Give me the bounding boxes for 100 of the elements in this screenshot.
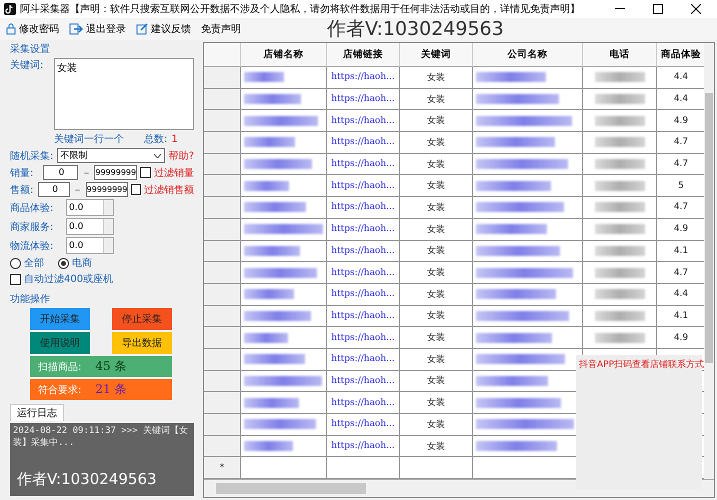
table-cell[interactable]: https://haoh...	[327, 154, 400, 176]
table-cell: 4.7	[657, 132, 706, 154]
help-link[interactable]: 帮助?	[168, 148, 194, 162]
row-header[interactable]	[204, 154, 241, 176]
column-header[interactable]: 店铺链接	[327, 43, 400, 67]
score-spinner[interactable]: 0.0	[66, 237, 114, 254]
table-cell: 4.7	[657, 262, 706, 284]
dropdown-caret-icon	[154, 154, 161, 158]
row-header[interactable]	[204, 392, 241, 414]
table-cell[interactable]: https://haoh...	[327, 175, 400, 198]
table-cell: 女装	[400, 327, 473, 349]
table-cell: 女装	[400, 348, 473, 371]
min-field[interactable]: 0	[42, 165, 78, 180]
toolbar-button[interactable]: 免责声明	[201, 22, 241, 36]
table-cell[interactable]: https://haoh...	[327, 414, 400, 436]
row-header[interactable]	[204, 218, 241, 240]
table-cell: 女装	[400, 262, 473, 284]
filter-checkbox[interactable]	[140, 167, 151, 178]
field-label: 销量:	[10, 166, 34, 180]
column-header[interactable]: 公司名称	[473, 43, 583, 67]
close-icon[interactable]	[691, 4, 701, 14]
row-header[interactable]	[204, 436, 241, 458]
table-cell[interactable]: https://haoh...	[327, 370, 400, 392]
table-cell: 女装	[400, 436, 473, 458]
row-header[interactable]	[204, 197, 241, 219]
edit-icon	[136, 23, 148, 35]
row-header[interactable]	[204, 284, 241, 306]
log-panel: 2024-08-22 09:11:37 >>> 关键词【女装】采集中... 作者V:1030249563	[10, 423, 194, 496]
row-header[interactable]	[204, 414, 241, 436]
table-cell: 女装	[400, 284, 473, 306]
radio-button[interactable]	[58, 258, 69, 268]
column-header[interactable]: 关键词	[400, 43, 473, 67]
radio-label: 电商	[72, 256, 92, 270]
table-cell: 女装	[400, 414, 473, 436]
row-header	[204, 43, 241, 67]
toolbar-button[interactable]: 建议反馈	[136, 22, 191, 36]
table-cell[interactable]: https://haoh...	[327, 392, 400, 414]
table-cell[interactable]: https://haoh...	[327, 306, 400, 328]
max-field[interactable]: 99999999	[94, 165, 138, 180]
column-header[interactable]: 店铺名称	[241, 43, 327, 67]
score-spinner[interactable]: 0.0	[66, 218, 114, 235]
table-cell[interactable]: https://haoh...	[327, 284, 400, 306]
row-header[interactable]	[204, 306, 241, 328]
row-header[interactable]	[204, 327, 241, 349]
table-cell[interactable]: https://haoh...	[327, 218, 400, 240]
action-button[interactable]: 开始采集	[30, 308, 90, 330]
section-title: 采集设置	[10, 42, 51, 56]
keyword-field[interactable]: 女装	[54, 58, 194, 130]
toolbar-button[interactable]: 退出登录	[69, 22, 126, 36]
table-cell[interactable]: https://haoh...	[327, 436, 400, 458]
table-cell: 女装	[400, 132, 473, 154]
table-cell[interactable]: https://haoh...	[327, 132, 400, 154]
log-tab[interactable]: 运行日志	[10, 404, 64, 421]
row-header[interactable]	[204, 88, 241, 110]
table-cell: 4.4	[657, 88, 706, 110]
table-cell[interactable]: https://haoh...	[327, 327, 400, 349]
table-cell: 女装	[400, 88, 473, 110]
table-cell[interactable]: https://haoh...	[327, 67, 400, 89]
action-button[interactable]: 使用说明	[30, 332, 90, 354]
table-cell[interactable]: https://haoh...	[327, 197, 400, 219]
radio-button[interactable]	[10, 258, 21, 268]
table-cell[interactable]: https://haoh...	[327, 348, 400, 371]
action-button[interactable]: 停止采集	[112, 308, 172, 330]
random-select[interactable]: 不限制	[57, 148, 165, 163]
table-cell: 4.9	[657, 110, 706, 132]
row-header[interactable]	[204, 110, 241, 132]
row-header[interactable]	[204, 240, 241, 262]
lock-icon	[6, 23, 16, 35]
table-cell: 4.1	[657, 240, 706, 262]
table-cell: 4.7	[657, 197, 706, 219]
tooltip-text: 抖音APP扫码查看店铺联系方式	[579, 360, 704, 370]
row-header[interactable]	[204, 132, 241, 154]
vertical-scrollbar[interactable]	[704, 43, 714, 479]
filter-checkbox[interactable]	[131, 184, 141, 195]
minimize-icon[interactable]	[615, 8, 625, 10]
table-cell: 4.4	[657, 67, 706, 89]
table-cell: 女装	[400, 218, 473, 240]
total-label: 总数:	[144, 132, 168, 146]
score-spinner[interactable]: 0.0	[66, 199, 114, 216]
max-field[interactable]: 99999999	[86, 182, 128, 197]
stat-bar: 扫描商品: 45 条	[30, 356, 172, 377]
table-cell: 女装	[400, 370, 473, 392]
column-header[interactable]: 电话	[583, 43, 657, 67]
row-header[interactable]	[204, 262, 241, 284]
row-header[interactable]	[204, 370, 241, 392]
row-header[interactable]	[204, 175, 241, 198]
table-cell: 4.9	[657, 327, 706, 349]
auto-filter-checkbox[interactable]	[10, 274, 21, 284]
row-header[interactable]	[204, 67, 241, 89]
column-header[interactable]: 商品体验	[657, 43, 706, 67]
maximize-icon[interactable]	[653, 4, 663, 14]
row-header[interactable]	[204, 348, 241, 371]
table-cell[interactable]: https://haoh...	[327, 262, 400, 284]
toolbar-button[interactable]: 修改密码	[6, 22, 59, 36]
range-dash: －	[72, 184, 83, 196]
table-cell[interactable]: https://haoh...	[327, 88, 400, 110]
table-cell[interactable]: https://haoh...	[327, 110, 400, 132]
min-field[interactable]: 0	[38, 182, 70, 197]
action-button[interactable]: 导出数据	[112, 332, 172, 354]
table-cell[interactable]: https://haoh...	[327, 240, 400, 262]
